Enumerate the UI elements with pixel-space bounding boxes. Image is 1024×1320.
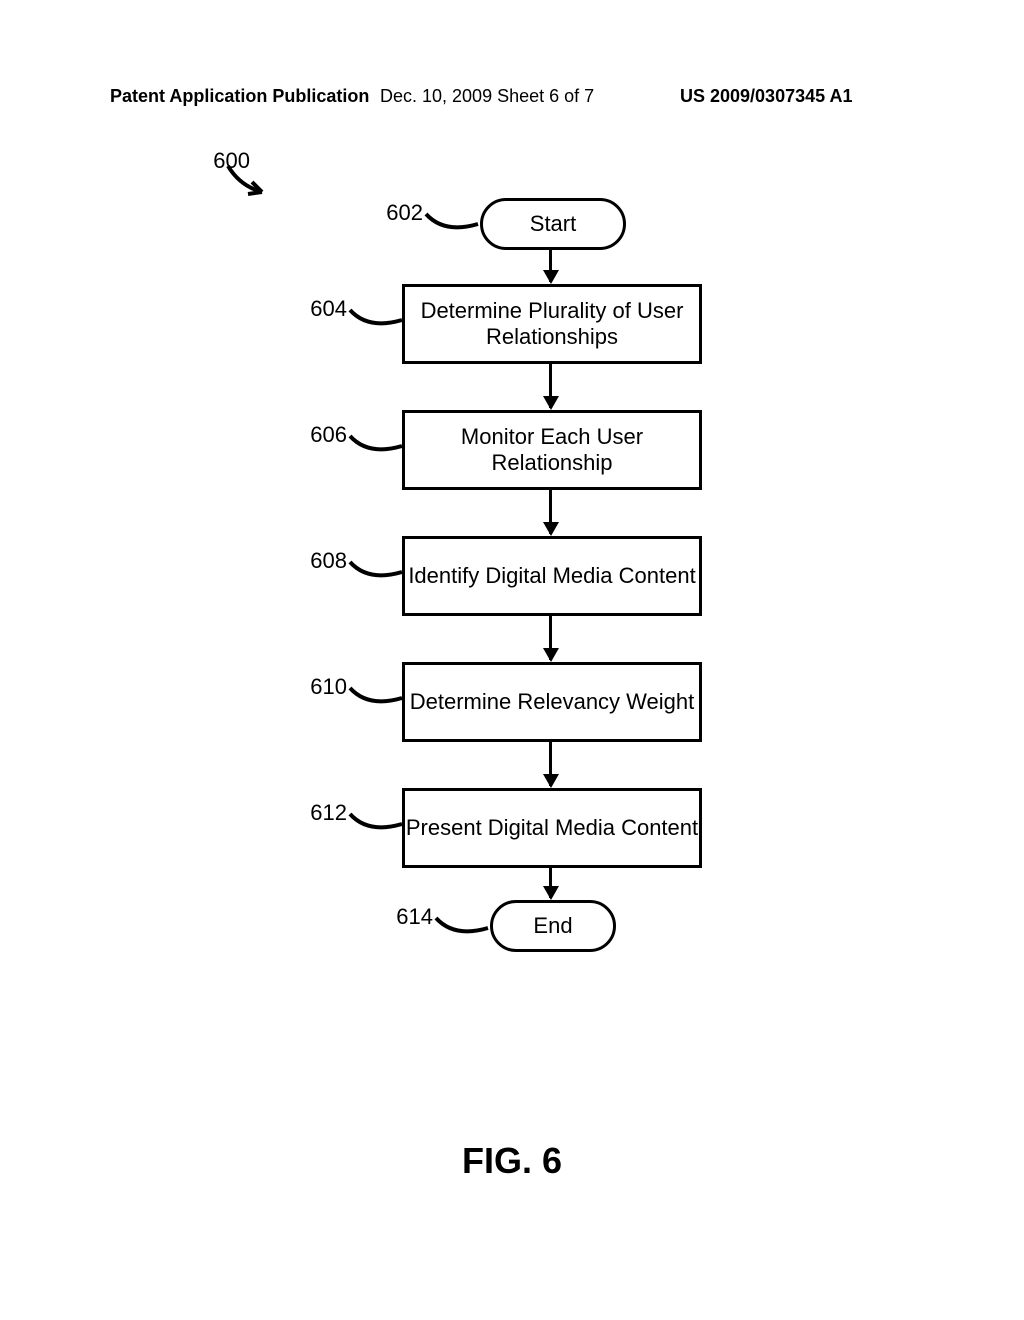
ref-610: 610 <box>302 674 347 700</box>
ref-600-arrow <box>222 160 282 200</box>
box-604-text: Determine Plurality of User Relationship… <box>421 298 684 350</box>
ref-608: 608 <box>302 548 347 574</box>
lead-612 <box>348 810 404 836</box>
end-terminator: End <box>490 900 616 952</box>
lead-608 <box>348 558 404 584</box>
start-terminator: Start <box>480 198 626 250</box>
box-608-text: Identify Digital Media Content <box>408 563 695 589</box>
box-612-text: Present Digital Media Content <box>406 815 698 841</box>
arrow-602-604 <box>549 250 552 282</box>
end-text: End <box>533 913 572 938</box>
arrow-606-608 <box>549 488 552 534</box>
lead-610 <box>348 684 404 710</box>
figure-caption: FIG. 6 <box>0 1140 1024 1182</box>
ref-606: 606 <box>302 422 347 448</box>
box-610: Determine Relevancy Weight <box>402 662 702 742</box>
box-610-text: Determine Relevancy Weight <box>410 689 695 715</box>
ref-614: 614 <box>388 904 433 930</box>
box-606: Monitor Each User Relationship <box>402 410 702 490</box>
lead-604 <box>348 306 404 332</box>
header-left: Patent Application Publication <box>110 86 369 107</box>
header-right: US 2009/0307345 A1 <box>680 86 852 107</box>
ref-612: 612 <box>302 800 347 826</box>
lead-614 <box>434 914 490 940</box>
lead-602 <box>424 210 480 236</box>
ref-602: 602 <box>378 200 423 226</box>
arrow-608-610 <box>549 614 552 660</box>
header-center: Dec. 10, 2009 Sheet 6 of 7 <box>380 86 594 107</box>
lead-606 <box>348 432 404 458</box>
arrow-612-614 <box>549 866 552 898</box>
box-604: Determine Plurality of User Relationship… <box>402 284 702 364</box>
arrow-604-606 <box>549 362 552 408</box>
box-606-text: Monitor Each User Relationship <box>405 424 699 476</box>
start-text: Start <box>530 211 576 236</box>
box-612: Present Digital Media Content <box>402 788 702 868</box>
ref-604: 604 <box>302 296 347 322</box>
arrow-610-612 <box>549 740 552 786</box>
box-608: Identify Digital Media Content <box>402 536 702 616</box>
